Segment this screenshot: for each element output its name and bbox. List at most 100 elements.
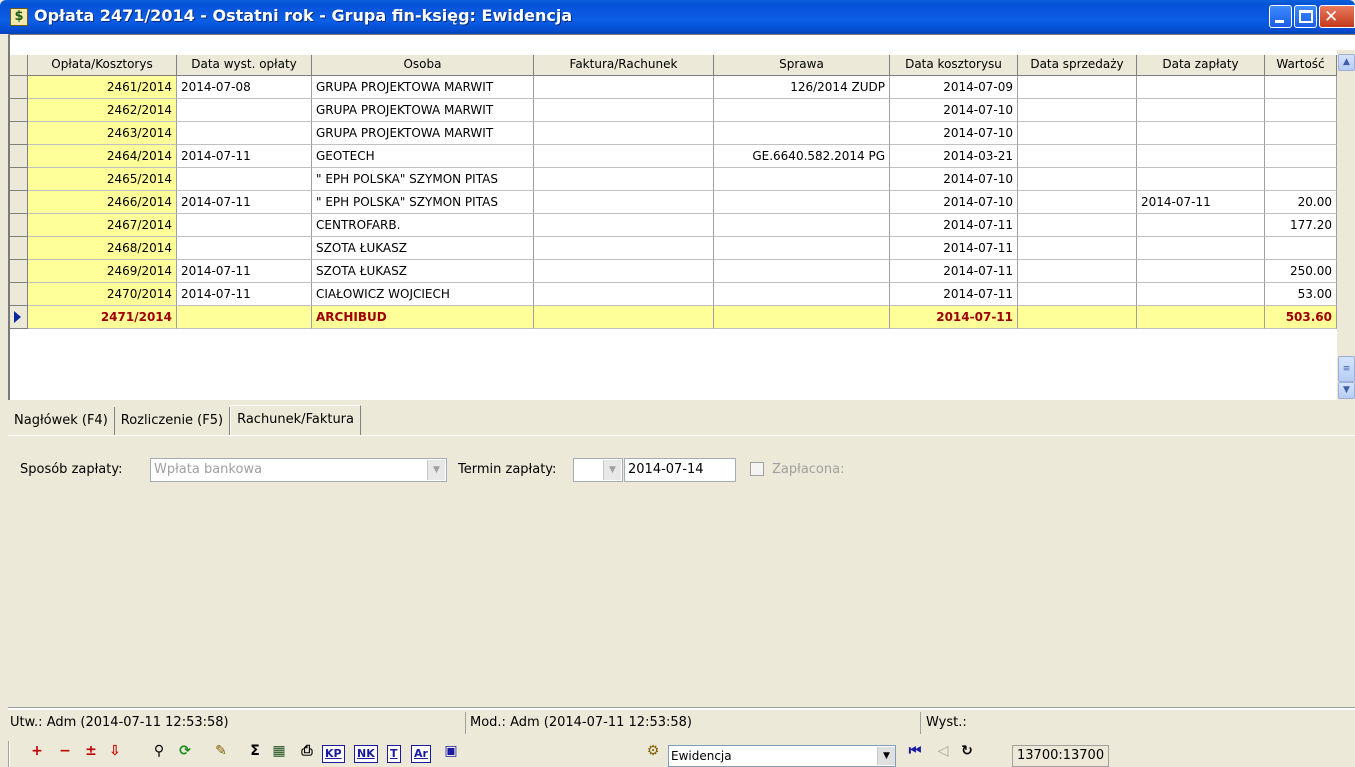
table-row[interactable]: 2464/2014 2014-07-11 GEOTECH GE.6640.582.20… [10,145,1337,168]
cell-data-kosztorysu[interactable]: 2014-03-21 [890,145,1018,168]
cell-data-sprzedazy[interactable] [1018,76,1137,99]
cell-data-wyst[interactable]: 2014-07-08 [177,76,312,99]
cell-sprawa[interactable] [714,260,890,283]
cell-data-zaplaty[interactable] [1137,99,1265,122]
table-row[interactable]: 2470/2014 2014-07-11 CIAŁOWICZ WOJCIECH 201… [10,283,1337,306]
cell-data-kosztorysu[interactable]: 2014-07-11 [890,306,1018,329]
cell-data-wyst[interactable] [177,99,312,122]
close-button[interactable]: ✕ [1319,5,1355,28]
sum-icon[interactable]: Σ [244,743,266,767]
t-button[interactable]: T [387,745,401,763]
row-selector[interactable] [10,99,28,122]
cell-sprawa[interactable] [714,168,890,191]
archive-icon[interactable]: ▣ [440,743,462,767]
cell-data-zaplaty[interactable] [1137,168,1265,191]
cell-oplata[interactable]: 2462/2014 [28,99,177,122]
row-selector[interactable] [10,306,28,329]
reload-icon[interactable]: ↻ [956,743,978,767]
table-row[interactable]: 2462/2014 GRUPA PROJEKTOWA MARWIT 2014-07-… [10,99,1337,122]
table-row[interactable]: 2466/2014 2014-07-11 " EPH POLSKA" SZYMON … [10,191,1337,214]
cell-faktura[interactable] [534,122,714,145]
cell-data-kosztorysu[interactable]: 2014-07-10 [890,122,1018,145]
col-header-data-kosztorysu[interactable]: Data kosztorysu [890,55,1018,76]
cell-oplata[interactable]: 2466/2014 [28,191,177,214]
cell-osoba[interactable]: GEOTECH [312,145,534,168]
cell-data-wyst[interactable]: 2014-07-11 [177,283,312,306]
chevron-down-icon[interactable]: ▼ [603,460,621,480]
row-selector[interactable] [10,214,28,237]
cell-wartosc[interactable] [1265,122,1337,145]
row-selector[interactable] [10,283,28,306]
tab-rachunek-faktura[interactable]: Rachunek/Faktura [230,405,361,435]
cell-faktura[interactable] [534,99,714,122]
nk-button[interactable]: NK [354,745,378,763]
cell-faktura[interactable] [534,145,714,168]
cell-oplata[interactable]: 2461/2014 [28,76,177,99]
cell-osoba[interactable]: " EPH POLSKA" SZYMON PITAS [312,191,534,214]
cell-data-wyst[interactable]: 2014-07-11 [177,260,312,283]
cell-faktura[interactable] [534,283,714,306]
due-date-input[interactable]: 2014-07-14 [624,458,736,482]
row-selector[interactable] [10,191,28,214]
cell-wartosc[interactable] [1265,168,1337,191]
cell-sprawa[interactable]: 126/2014 ZUDP [714,76,890,99]
scroll-thumb[interactable]: ≡ [1338,356,1355,382]
cell-osoba[interactable]: " EPH POLSKA" SZYMON PITAS [312,168,534,191]
col-header-faktura[interactable]: Faktura/Rachunek [534,55,714,76]
find-icon[interactable]: ⚲ [148,743,170,767]
due-date-picker[interactable]: ▼ [573,458,623,482]
row-selector[interactable] [10,145,28,168]
refresh-icon[interactable]: ⟳ [174,743,196,767]
mode-select[interactable]: Ewidencja ▼ [668,745,896,767]
minimize-button[interactable] [1269,5,1292,28]
table-row[interactable]: 2467/2014 CENTROFARB. 2014-07-11 177.20 [10,214,1337,237]
col-header-oplata[interactable]: Opłata/Kosztorys [28,55,177,76]
row-selector[interactable] [10,122,28,145]
cell-wartosc[interactable] [1265,145,1337,168]
cell-data-sprzedazy[interactable] [1018,145,1137,168]
cell-data-sprzedazy[interactable] [1018,283,1137,306]
cell-sprawa[interactable] [714,306,890,329]
cell-data-kosztorysu[interactable]: 2014-07-11 [890,214,1018,237]
table-row[interactable]: 2465/2014 " EPH POLSKA" SZYMON PITAS 2014-… [10,168,1337,191]
delete-icon[interactable]: − [54,743,76,767]
cell-wartosc[interactable]: 177.20 [1265,214,1337,237]
chevron-down-icon[interactable]: ▼ [427,460,445,480]
cell-sprawa[interactable] [714,214,890,237]
col-header-data-sprzedazy[interactable]: Data sprzedaży [1018,55,1137,76]
col-header-data-zaplaty[interactable]: Data zapłaty [1137,55,1265,76]
table-row[interactable]: 2468/2014 SZOTA ŁUKASZ 2014-07-11 [10,237,1337,260]
cell-faktura[interactable] [534,306,714,329]
cell-data-zaplaty[interactable] [1137,283,1265,306]
calculator-icon[interactable]: ▦ [268,743,290,767]
cell-data-kosztorysu[interactable]: 2014-07-10 [890,168,1018,191]
cell-data-kosztorysu[interactable]: 2014-07-11 [890,283,1018,306]
table-row[interactable]: 2471/2014 ARCHIBUD 2014-07-11 503.60 [10,306,1337,329]
cell-data-zaplaty[interactable] [1137,76,1265,99]
cell-wartosc[interactable]: 250.00 [1265,260,1337,283]
cell-faktura[interactable] [534,237,714,260]
tab-rozliczenie[interactable]: Rozliczenie (F5) [115,407,231,435]
add-icon[interactable]: + [26,743,48,767]
cell-sprawa[interactable] [714,99,890,122]
cell-faktura[interactable] [534,76,714,99]
cell-data-zaplaty[interactable] [1137,260,1265,283]
cell-oplata[interactable]: 2463/2014 [28,122,177,145]
cell-data-wyst[interactable] [177,214,312,237]
cell-faktura[interactable] [534,168,714,191]
row-selector[interactable] [10,168,28,191]
tab-naglowek[interactable]: Nagłówek (F4) [8,407,115,435]
col-header-osoba[interactable]: Osoba [312,55,534,76]
table-row[interactable]: 2463/2014 GRUPA PROJEKTOWA MARWIT 2014-07-… [10,122,1337,145]
cell-data-kosztorysu[interactable]: 2014-07-11 [890,260,1018,283]
cell-data-sprzedazy[interactable] [1018,237,1137,260]
cell-osoba[interactable]: CIAŁOWICZ WOJCIECH [312,283,534,306]
cell-data-zaplaty[interactable] [1137,306,1265,329]
scroll-down-icon[interactable]: ▼ [1338,382,1355,399]
cell-data-zaplaty[interactable] [1137,145,1265,168]
cell-oplata[interactable]: 2464/2014 [28,145,177,168]
cell-wartosc[interactable] [1265,237,1337,260]
cell-data-wyst[interactable] [177,237,312,260]
cell-osoba[interactable]: GRUPA PROJEKTOWA MARWIT [312,99,534,122]
cell-osoba[interactable]: GRUPA PROJEKTOWA MARWIT [312,122,534,145]
